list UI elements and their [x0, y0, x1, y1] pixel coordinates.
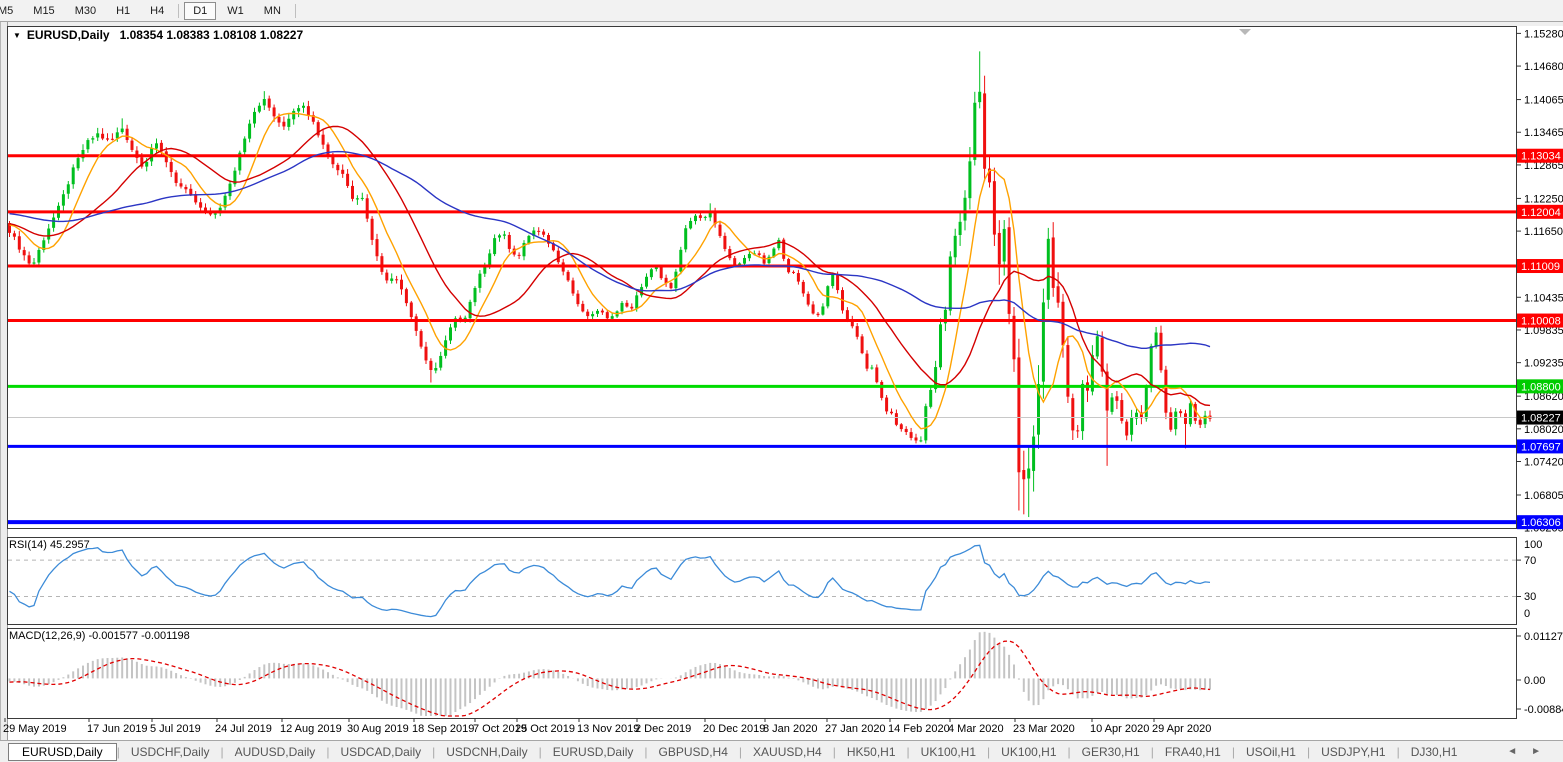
price-tick-label: 1.07420: [1524, 456, 1563, 468]
date-tick-label: 27 Jan 2020: [825, 723, 886, 735]
rsi-panel[interactable]: [7, 537, 1517, 625]
timeframe-button-d1[interactable]: D1: [184, 1, 217, 20]
chart-tab-fra40-h1[interactable]: FRA40,H1: [1154, 744, 1232, 760]
price-tick-label: 1.15280: [1524, 28, 1563, 40]
chart-tab-ger30-h1[interactable]: GER30,H1: [1071, 744, 1151, 760]
rsi-tick-label: 0: [1524, 608, 1530, 620]
timeframe-button-h1[interactable]: H1: [107, 2, 139, 20]
price-level-badge-label: 1.08227: [1521, 413, 1561, 425]
chart-symbol-period: EURUSD,Daily: [26, 28, 110, 42]
toolbar-separator: [294, 3, 296, 18]
price-tick-label: 1.10435: [1524, 292, 1563, 304]
rsi-tick-label: 70: [1524, 555, 1536, 567]
price-level-badge-label: 1.11009: [1521, 261, 1560, 273]
date-tick-label: 13 Nov 2019: [577, 723, 639, 735]
price-level-badge-label: 1.07697: [1521, 441, 1561, 453]
date-tick-label: 14 Feb 2020: [888, 723, 950, 735]
date-tick-label: 30 Aug 2019: [347, 723, 409, 735]
chart-tab-xauusd-h4[interactable]: XAUUSD,H4: [742, 744, 833, 760]
chart-ohlc-values: 1.08354 1.08383 1.08108 1.08227: [119, 28, 304, 42]
price-tick-label: 1.14680: [1524, 61, 1563, 73]
timeframe-button-w1[interactable]: W1: [218, 2, 253, 20]
macd-axis: 0.011277 0.00 -0.008845: [1516, 631, 1563, 716]
date-tick-label: 12 Aug 2019: [280, 723, 342, 735]
price-level-badge-label: 1.13034: [1521, 151, 1561, 163]
date-tick-label: 24 Jul 2019: [215, 723, 272, 735]
timeframe-button-h4[interactable]: H4: [141, 2, 173, 20]
chart-tab-dj30-h1[interactable]: DJ30,H1: [1400, 744, 1469, 760]
macd-tick-label: 0.011277: [1524, 631, 1563, 643]
chart-tab-gbpusd-h4[interactable]: GBPUSD,H4: [648, 744, 739, 760]
timeframe-toolbar: M5M15M30H1H4 D1W1MN: [0, 0, 1563, 22]
time-axis[interactable]: 29 May 2019 17 Jun 2019 5 Jul 2019 24 Jul 2…: [3, 718, 1211, 735]
chart-tab-eurusd-daily[interactable]: EURUSD,Daily: [8, 742, 117, 761]
price-tick-label: 1.11650: [1524, 226, 1563, 238]
timeframe-button-mn[interactable]: MN: [255, 2, 290, 20]
price-tick-label: 1.13465: [1524, 127, 1563, 139]
price-tick-label: 1.14065: [1524, 95, 1563, 107]
price-level-badge-label: 1.10008: [1521, 316, 1561, 328]
chart-menu-triangle-icon[interactable]: ▼: [13, 31, 21, 40]
chart-tab-usdchf-daily[interactable]: USDCHF,Daily: [120, 744, 221, 760]
chart-tab-audusd-daily[interactable]: AUDUSD,Daily: [224, 744, 327, 760]
chart-tabs-bar: EURUSD,Daily | USDCHF,Daily | AUDUSD,Daily | U…: [0, 740, 1563, 762]
chart-tab-hk50-h1[interactable]: HK50,H1: [836, 744, 907, 760]
price-level-badge-label: 1.06306: [1521, 517, 1561, 529]
macd-indicator-label: MACD(12,26,9) -0.001577 -0.001198: [9, 630, 190, 642]
rsi-indicator-label: RSI(14) 45.2957: [9, 539, 90, 551]
date-tick-label: 10 Apr 2020: [1090, 723, 1149, 735]
tabs-scroll-left-icon[interactable]: ◄: [1507, 746, 1517, 757]
toolbar-separator: [178, 3, 180, 18]
chart-tab-usoil-h1[interactable]: USOil,H1: [1235, 744, 1307, 760]
tabs-scroll-right-icon[interactable]: ►: [1531, 746, 1541, 757]
rsi-tick-label: 30: [1524, 591, 1536, 603]
price-level-badge-label: 1.08800: [1521, 381, 1561, 393]
macd-panel[interactable]: [7, 628, 1517, 719]
date-tick-label: 23 Mar 2020: [1013, 723, 1075, 735]
price-level-badge-label: 1.12004: [1521, 207, 1561, 219]
date-tick-label: 5 Jul 2019: [150, 723, 201, 735]
chart-tab-eurusd-daily[interactable]: EURUSD,Daily: [542, 744, 645, 760]
price-tick-label: 1.08020: [1524, 424, 1563, 436]
rsi-axis: 100 70 30 0: [1516, 539, 1542, 620]
chart-tab-usdcad-daily[interactable]: USDCAD,Daily: [329, 744, 432, 760]
timeframe-button-m30[interactable]: M30: [66, 2, 105, 20]
price-tick-label: 1.06805: [1524, 490, 1563, 502]
date-tick-label: 8 Jan 2020: [763, 723, 817, 735]
rsi-tick-label: 100: [1524, 539, 1542, 551]
date-tick-label: 29 Apr 2020: [1152, 723, 1211, 735]
macd-tick-label: 0.00: [1524, 675, 1545, 687]
price-tick-label: 1.12250: [1524, 193, 1563, 205]
main-chart-panel[interactable]: [7, 26, 1517, 529]
chart-tab-uk100-h1[interactable]: UK100,H1: [990, 744, 1067, 760]
timeframe-button-m15[interactable]: M15: [24, 2, 63, 20]
chart-tab-usdjpy-h1[interactable]: USDJPY,H1: [1310, 744, 1396, 760]
chart-tab-uk100-h1[interactable]: UK100,H1: [910, 744, 987, 760]
date-tick-label: 18 Sep 2019: [412, 723, 474, 735]
date-tick-label: 20 Dec 2019: [703, 723, 765, 735]
chart-tab-usdcnh-daily[interactable]: USDCNH,Daily: [435, 744, 538, 760]
date-tick-label: 2 Dec 2019: [635, 723, 691, 735]
price-axis[interactable]: 1.152801.146801.140651.134651.128651.122…: [1516, 28, 1563, 535]
macd-tick-label: -0.008845: [1524, 704, 1563, 716]
date-tick-label: 29 May 2019: [3, 723, 67, 735]
chart-title: ▼ EURUSD,Daily 1.08354 1.08383 1.08108 1…: [13, 28, 303, 42]
date-tick-label: 25 Oct 2019: [515, 723, 575, 735]
date-tick-label: 4 Mar 2020: [948, 723, 1004, 735]
date-tick-label: 17 Jun 2019: [87, 723, 148, 735]
timeframe-button-m5[interactable]: M5: [0, 2, 22, 20]
price-tick-label: 1.09235: [1524, 358, 1563, 370]
chart-canvas[interactable]: 1.152801.146801.140651.134651.128651.122…: [0, 22, 1563, 740]
